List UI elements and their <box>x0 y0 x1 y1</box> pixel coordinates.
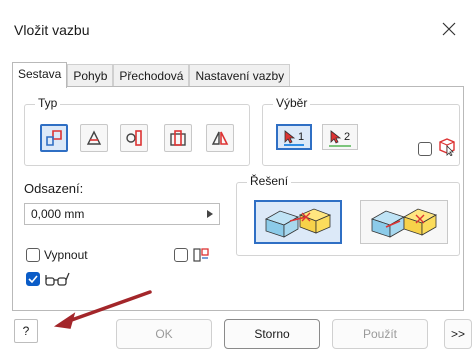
pick-part-first-checkbox[interactable] <box>418 142 432 156</box>
selection-1-underline <box>284 144 304 146</box>
help-button[interactable]: ? <box>14 319 38 343</box>
checkmark-icon <box>28 275 38 284</box>
offset-input[interactable]: 0,000 mm <box>24 203 220 225</box>
selection-group-label: Výběr <box>273 96 311 110</box>
dialog-title: Vložit vazbu <box>14 22 90 38</box>
tangent-constraint-icon <box>126 130 142 146</box>
mate-solution-icon <box>265 208 332 238</box>
flush-solution-icon <box>371 208 437 238</box>
selection-2-button[interactable]: 2 <box>322 124 358 150</box>
predict-offset-checkbox[interactable] <box>174 248 188 262</box>
mate-type-button[interactable] <box>40 124 68 152</box>
angle-constraint-icon <box>86 130 102 145</box>
vypnout-checkbox[interactable] <box>26 248 40 262</box>
vypnout-label: Vypnout <box>44 248 88 262</box>
help-icon: ? <box>22 324 30 338</box>
selection-1-number: 1 <box>297 131 305 143</box>
more-button[interactable]: >> <box>444 319 472 349</box>
glasses-icon <box>45 272 70 286</box>
select-cursor-icon <box>284 130 296 144</box>
tab-strip: Sestava Pohyb Přechodová Nastavení vazby <box>12 62 291 88</box>
symmetry-type-button[interactable] <box>206 124 234 152</box>
type-group-label: Typ <box>35 96 61 110</box>
offset-menu-button[interactable] <box>200 203 220 225</box>
selection-1-button[interactable]: 1 <box>276 124 312 150</box>
place-constraint-dialog: Vložit vazbu Sestava Pohyb Přechodová Na… <box>0 0 474 358</box>
mate-solution-button[interactable] <box>254 200 342 244</box>
selection-2-number: 2 <box>343 131 351 143</box>
angle-type-button[interactable] <box>80 124 108 152</box>
play-arrow-icon <box>207 210 213 218</box>
tab-sestava[interactable]: Sestava <box>12 62 68 88</box>
tab-pohyb[interactable]: Pohyb <box>67 64 114 88</box>
select-cursor-icon <box>330 130 342 144</box>
close-icon <box>442 22 456 36</box>
tab-prechodova[interactable]: Přechodová <box>113 64 190 88</box>
ok-button[interactable]: OK <box>116 319 212 349</box>
offset-label: Odsazení: <box>24 181 84 196</box>
predict-offset-icon <box>193 248 209 262</box>
selection-2-underline <box>329 145 351 147</box>
insert-type-button[interactable] <box>164 124 192 152</box>
tangent-type-button[interactable] <box>120 124 148 152</box>
pick-part-first-icon <box>439 138 455 156</box>
flush-solution-button[interactable] <box>360 200 448 244</box>
tab-nastaveni-vazby[interactable]: Nastavení vazby <box>189 64 291 88</box>
close-button[interactable] <box>432 14 466 44</box>
mate-constraint-icon <box>46 130 62 146</box>
insert-constraint-icon <box>170 130 186 146</box>
solution-group-label: Řešení <box>247 174 292 188</box>
show-preview-checkbox[interactable] <box>26 272 40 286</box>
storno-button[interactable]: Storno <box>224 319 320 349</box>
symmetry-constraint-icon <box>211 131 229 145</box>
pouzit-button[interactable]: Použít <box>332 319 428 349</box>
